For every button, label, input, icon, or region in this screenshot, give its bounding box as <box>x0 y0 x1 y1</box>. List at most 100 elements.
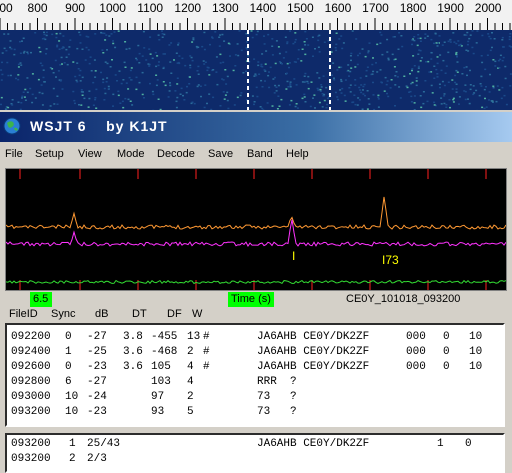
noise-speck <box>157 98 160 100</box>
decoded-c1: 000 <box>406 361 426 373</box>
noise-speck <box>43 37 46 40</box>
noise-speck <box>224 69 227 71</box>
average-row[interactable]: 093200 1 25/43 JA6AHB CE0Y/DK2ZF 1 0 <box>11 438 501 452</box>
noise-speck <box>221 78 224 80</box>
average-row[interactable]: 093200 2 2/3 <box>11 453 501 467</box>
noise-speck <box>81 48 84 50</box>
noise-speck <box>85 46 88 49</box>
noise-speck <box>152 93 155 96</box>
column-headers: FileID Sync dB DT DF W <box>0 307 512 322</box>
menu-setup[interactable]: Setup <box>35 148 64 160</box>
noise-speck <box>307 75 310 78</box>
noise-speck <box>340 66 343 68</box>
noise-speck <box>380 81 383 83</box>
noise-speck <box>469 84 472 86</box>
noise-speck <box>161 33 164 35</box>
noise-speck <box>257 64 260 67</box>
decoded-row[interactable]: 092800 6 -27 103 4 RRR ? <box>11 376 501 390</box>
noise-speck <box>472 52 475 55</box>
noise-speck <box>88 97 91 100</box>
noise-speck <box>127 88 130 90</box>
decoded-row[interactable]: 093000 10 -24 97 2 73 ? <box>11 391 501 405</box>
decoded-row[interactable]: 092200 0 -27 3.8 -455 13 # JA6AHB CE0Y/DK2ZF 000… <box>11 331 501 345</box>
magenta-trace <box>6 219 506 247</box>
waterfall-display[interactable] <box>0 30 512 110</box>
noise-speck <box>354 79 357 81</box>
noise-speck <box>311 36 314 38</box>
menu-view[interactable]: View <box>78 148 102 160</box>
noise-speck <box>386 92 388 95</box>
noise-speck <box>294 41 297 43</box>
noise-speck <box>326 103 329 106</box>
noise-speck <box>200 95 202 98</box>
noise-speck <box>449 41 452 43</box>
noise-speck <box>473 92 476 94</box>
decoded-text-box[interactable]: 092200 0 -27 3.8 -455 13 # JA6AHB CE0Y/DK2ZF 000… <box>5 323 505 427</box>
noise-speck <box>344 100 347 102</box>
noise-speck <box>253 75 256 77</box>
noise-speck <box>483 107 486 110</box>
noise-speck <box>480 55 483 57</box>
noise-speck <box>449 39 452 41</box>
noise-speck <box>380 34 383 36</box>
noise-speck <box>257 61 260 63</box>
menu-save[interactable]: Save <box>208 148 233 160</box>
noise-speck <box>13 53 16 56</box>
noise-speck <box>368 42 371 44</box>
noise-speck <box>245 70 247 73</box>
noise-speck <box>101 49 104 51</box>
noise-speck <box>80 104 83 106</box>
noise-speck <box>106 77 109 79</box>
noise-speck <box>305 38 308 40</box>
noise-speck <box>365 75 368 77</box>
scale-label: 1300 <box>211 1 239 15</box>
menu-help[interactable]: Help <box>286 148 309 160</box>
noise-speck <box>379 69 382 71</box>
noise-speck <box>135 88 138 91</box>
noise-speck <box>410 95 413 98</box>
noise-speck <box>458 44 460 47</box>
noise-speck <box>204 84 207 86</box>
noise-speck <box>364 55 367 58</box>
noise-speck <box>384 76 387 79</box>
noise-speck <box>360 84 363 86</box>
decoded-row[interactable]: 092600 0 -23 3.6 105 4 # JA6AHB CE0Y/DK2ZF 000 0 1… <box>11 361 501 375</box>
noise-speck <box>116 80 118 82</box>
decoded-w: 2 <box>187 391 194 403</box>
noise-speck <box>0 103 2 106</box>
noise-speck <box>106 62 109 65</box>
noise-speck <box>285 88 288 90</box>
noise-speck <box>282 57 285 59</box>
noise-speck <box>454 81 457 84</box>
noise-speck <box>497 59 500 62</box>
noise-speck <box>300 60 303 62</box>
noise-speck <box>466 43 469 46</box>
menu-file[interactable]: File <box>5 148 23 160</box>
menu-mode[interactable]: Mode <box>117 148 145 160</box>
noise-speck <box>182 94 184 97</box>
noise-speck <box>365 69 368 72</box>
noise-speck <box>424 33 427 35</box>
noise-speck <box>372 94 375 96</box>
noise-speck <box>351 30 354 32</box>
decoded-row[interactable]: 092400 1 -25 3.6 -468 2 # JA6AHB CE0Y/DK2ZF 000 0… <box>11 346 501 360</box>
noise-speck <box>208 93 211 95</box>
noise-speck <box>436 62 439 65</box>
noise-speck <box>203 31 206 34</box>
signal-plot[interactable]: I I73 <box>5 168 507 291</box>
noise-speck <box>508 36 511 38</box>
noise-speck <box>466 31 469 34</box>
noise-speck <box>408 91 411 93</box>
noise-speck <box>265 50 268 52</box>
decoded-row[interactable]: 093200 10 -23 93 5 73 ? <box>11 406 501 420</box>
noise-speck <box>104 61 107 63</box>
noise-speck <box>288 66 290 69</box>
noise-speck <box>92 104 95 106</box>
noise-speck <box>410 101 413 103</box>
noise-speck <box>417 34 420 36</box>
average-text-box[interactable]: 093200 1 25/43 JA6AHB CE0Y/DK2ZF 1 0 093200 2 2/… <box>5 433 505 473</box>
noise-speck <box>419 40 422 42</box>
window-titlebar[interactable]: WSJT 6 by K1JT <box>0 112 512 142</box>
menu-decode[interactable]: Decode <box>157 148 195 160</box>
menu-band[interactable]: Band <box>247 148 273 160</box>
